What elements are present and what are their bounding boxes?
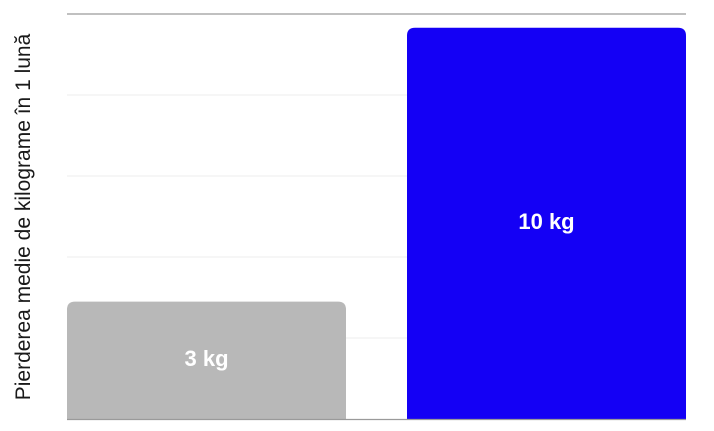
- bar-chart: 3 kg 10 kg Pierderea medie de kilograme î…: [12, 13, 686, 421]
- y-axis-label: Pierderea medie de kilograme în 1 lună: [12, 33, 35, 400]
- bar-value-label-2: 10 kg: [518, 209, 574, 234]
- bar-value-label-1: 3 kg: [184, 346, 228, 371]
- bars: 3 kg 10 kg: [67, 27, 686, 420]
